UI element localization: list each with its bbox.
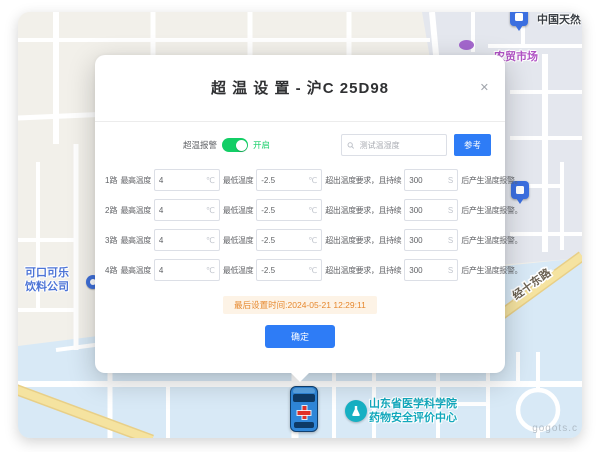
max-temp-input[interactable] <box>159 236 205 245</box>
min-temp-input-box: ℃ <box>256 169 322 191</box>
map-watermark: gogots.c <box>532 423 578 434</box>
max-temp-input[interactable] <box>159 206 205 215</box>
popup-tail <box>290 372 310 382</box>
max-temp-label: 最高温度 <box>120 265 150 276</box>
min-temp-input-box: ℃ <box>256 259 322 281</box>
reference-button[interactable]: 参考 <box>454 134 491 156</box>
duration-label: 超出温度要求，且持续 <box>325 235 401 246</box>
channel-rows: 1路 最高温度 ℃ 最低温度 ℃ 超出温度要求，且持续 S 后产生温度报警。 2… <box>95 165 505 285</box>
celsius-unit: ℃ <box>308 236 317 245</box>
red-cross-icon <box>298 406 311 419</box>
gas-station-label: 中国天然 <box>537 12 581 27</box>
max-temp-label: 最高温度 <box>120 205 150 216</box>
duration-input-box: S <box>404 229 458 251</box>
min-temp-input[interactable] <box>261 176 307 185</box>
min-temp-label: 最低温度 <box>223 175 253 186</box>
building-icon <box>515 13 523 21</box>
close-icon[interactable]: ✕ <box>480 83 489 94</box>
building-icon <box>516 186 524 194</box>
duration-input[interactable] <box>409 176 447 185</box>
celsius-unit: ℃ <box>308 176 317 185</box>
alarm-suffix-label: 后产生温度报警。 <box>461 265 522 276</box>
alarm-suffix-label: 后产生温度报警。 <box>461 235 522 246</box>
max-temp-input-box: ℃ <box>154 229 220 251</box>
probe-search-input[interactable] <box>358 140 441 151</box>
last-set-time-badge: 最后设置时间:2024-05-21 12:29:11 <box>223 296 377 314</box>
duration-label: 超出温度要求，且持续 <box>325 205 401 216</box>
duration-input[interactable] <box>409 206 447 215</box>
celsius-unit: ℃ <box>206 206 215 215</box>
gas-station-pin-icon[interactable] <box>510 12 528 26</box>
alarm-toggle[interactable] <box>222 138 248 152</box>
seconds-unit: S <box>448 176 453 185</box>
controls-row: 超温报警 开启 参考 <box>183 133 491 157</box>
medical-center-label: 山东省医学科学院 药物安全评价中心 <box>369 397 457 425</box>
alarm-suffix-label: 后产生温度报警。 <box>461 205 522 216</box>
min-temp-input[interactable] <box>261 206 307 215</box>
seconds-unit: S <box>448 236 453 245</box>
vehicle-marker[interactable] <box>290 386 318 432</box>
min-temp-label: 最低温度 <box>223 265 253 276</box>
celsius-unit: ℃ <box>308 206 317 215</box>
max-temp-input-box: ℃ <box>154 199 220 221</box>
confirm-button[interactable]: 确定 <box>265 325 335 348</box>
channel-row-1: 1路 最高温度 ℃ 最低温度 ℃ 超出温度要求，且持续 S 后产生温度报警。 <box>95 165 505 195</box>
channel-row-3: 3路 最高温度 ℃ 最低温度 ℃ 超出温度要求，且持续 S 后产生温度报警。 <box>95 225 505 255</box>
min-temp-input[interactable] <box>261 236 307 245</box>
alarm-toggle-state: 开启 <box>253 139 270 151</box>
channel-label: 3路 <box>105 235 117 246</box>
seconds-unit: S <box>448 266 453 275</box>
lab-flask-icon[interactable] <box>345 400 367 422</box>
duration-input[interactable] <box>409 266 447 275</box>
duration-label: 超出温度要求，且持续 <box>325 265 401 276</box>
max-temp-input-box: ℃ <box>154 259 220 281</box>
channel-label: 1路 <box>105 175 117 186</box>
title-divider <box>95 121 505 122</box>
celsius-unit: ℃ <box>308 266 317 275</box>
duration-input-box: S <box>404 199 458 221</box>
channel-row-4: 4路 最高温度 ℃ 最低温度 ℃ 超出温度要求，且持续 S 后产生温度报警。 <box>95 255 505 285</box>
max-temp-input[interactable] <box>159 176 205 185</box>
celsius-unit: ℃ <box>206 266 215 275</box>
min-temp-input-box: ℃ <box>256 229 322 251</box>
market-dot-icon[interactable] <box>459 40 474 50</box>
seconds-unit: S <box>448 206 453 215</box>
min-temp-input[interactable] <box>261 266 307 275</box>
min-temp-label: 最低温度 <box>223 235 253 246</box>
celsius-unit: ℃ <box>206 176 215 185</box>
max-temp-input[interactable] <box>159 266 205 275</box>
search-icon <box>347 141 355 150</box>
duration-label: 超出温度要求，且持续 <box>325 175 401 186</box>
cola-company-label: 可口可乐 饮料公司 <box>18 266 84 294</box>
max-temp-label: 最高温度 <box>120 175 150 186</box>
duration-input-box: S <box>404 259 458 281</box>
overtemp-settings-dialog: 超 温 设 置 - 沪C 25D98 ✕ 超温报警 开启 参考 1路 最高温度 … <box>95 55 505 373</box>
alarm-toggle-label: 超温报警 <box>183 139 217 151</box>
probe-search-box <box>341 134 447 156</box>
channel-label: 2路 <box>105 205 117 216</box>
max-temp-input-box: ℃ <box>154 169 220 191</box>
celsius-unit: ℃ <box>206 236 215 245</box>
min-temp-label: 最低温度 <box>223 205 253 216</box>
dialog-title: 超 温 设 置 - 沪C 25D98 <box>95 79 505 99</box>
channel-row-2: 2路 最高温度 ℃ 最低温度 ℃ 超出温度要求，且持续 S 后产生温度报警。 <box>95 195 505 225</box>
min-temp-input-box: ℃ <box>256 199 322 221</box>
duration-input[interactable] <box>409 236 447 245</box>
alarm-suffix-label: 后产生温度报警。 <box>461 175 522 186</box>
max-temp-label: 最高温度 <box>120 235 150 246</box>
duration-input-box: S <box>404 169 458 191</box>
channel-label: 4路 <box>105 265 117 276</box>
